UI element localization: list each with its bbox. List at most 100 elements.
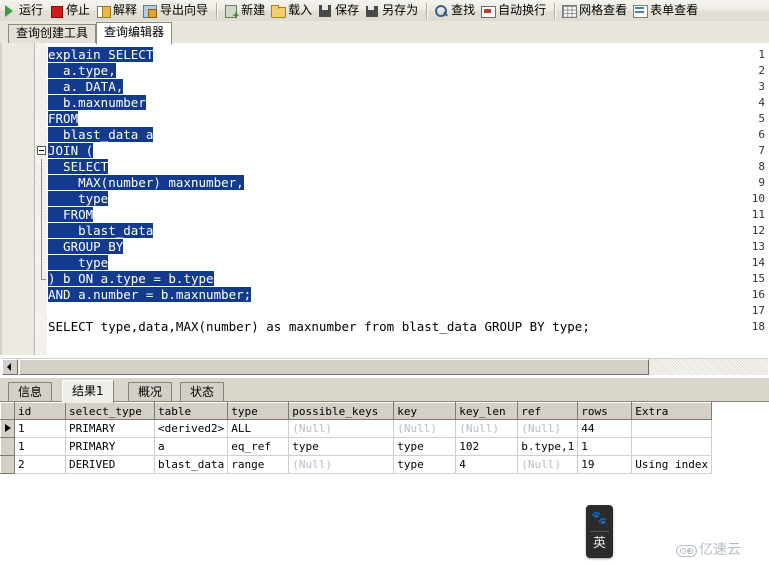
- line-number: 13: [751, 240, 765, 253]
- column-header[interactable]: possible_keys: [288, 402, 395, 420]
- toolbar-button-find[interactable]: 查找: [432, 1, 479, 20]
- code-line[interactable]: blast_data: [48, 223, 154, 239]
- toolbar-separator-1: [216, 2, 219, 19]
- table-row[interactable]: 1 PRIMARY a eq_ref type type 102 b.type,1 1: [0, 437, 713, 456]
- code-line[interactable]: FROM: [48, 111, 79, 127]
- tab-profile[interactable]: 概况: [128, 382, 173, 402]
- table-cell[interactable]: a: [154, 437, 229, 456]
- row-selector[interactable]: [0, 455, 15, 474]
- code-line[interactable]: FROM: [48, 207, 94, 223]
- table-cell[interactable]: type: [288, 437, 395, 456]
- toolbar-button-new[interactable]: 新建: [222, 1, 269, 21]
- sql-editor[interactable]: 1 2 3 4 5 6 7 8 9 10 11 12 13 14 15 16 17 18 explain SELE…: [0, 43, 769, 355]
- table-cell[interactable]: (Null): [517, 419, 579, 438]
- toolbar-button-save[interactable]: 保存: [316, 1, 363, 20]
- toolbar-button-word-wrap[interactable]: 自动换行: [479, 1, 550, 20]
- toolbar-button-save-as[interactable]: 另存为: [363, 1, 422, 20]
- table-cell[interactable]: 1: [14, 419, 66, 438]
- code-line[interactable]: MAX(number) maxnumber,: [48, 175, 244, 191]
- table-cell[interactable]: blast_data: [154, 455, 229, 474]
- code-line[interactable]: explain SELECT: [48, 47, 154, 63]
- column-header[interactable]: table: [153, 402, 229, 420]
- export-wizard-icon: [143, 4, 158, 18]
- table-cell[interactable]: 1: [577, 437, 633, 456]
- table-cell[interactable]: [631, 419, 713, 438]
- code-line-text: GROUP BY: [48, 239, 124, 254]
- code-line[interactable]: b.maxnumber: [48, 95, 146, 111]
- code-line[interactable]: JOIN (: [48, 143, 94, 159]
- table-cell[interactable]: (Null): [455, 419, 519, 438]
- explain-result-grid[interactable]: id select_type table type possible_keys key ke…: [0, 401, 769, 487]
- toolbar-button-form-view[interactable]: 表单查看: [631, 1, 702, 20]
- table-cell[interactable]: (Null): [393, 419, 457, 438]
- toolbar-button-load[interactable]: 载入: [269, 1, 316, 20]
- row-selector[interactable]: [0, 419, 15, 438]
- code-line[interactable]: GROUP BY: [48, 239, 124, 255]
- table-cell[interactable]: eq_ref: [227, 437, 290, 456]
- code-line-text: MAX(number) maxnumber,: [48, 175, 244, 190]
- table-cell[interactable]: (Null): [517, 455, 579, 474]
- ime-mode-toggle[interactable]: 英: [586, 534, 613, 554]
- table-cell[interactable]: 1: [14, 437, 66, 456]
- table-cell[interactable]: 2: [14, 455, 66, 474]
- table-cell[interactable]: ALL: [227, 419, 290, 438]
- scrollbar-thumb[interactable]: [19, 359, 649, 375]
- toolbar-button-export-wizard[interactable]: 导出向导: [141, 1, 212, 20]
- column-header[interactable]: type: [227, 402, 290, 420]
- table-cell[interactable]: DERIVED: [65, 455, 155, 474]
- column-header[interactable]: rows: [577, 402, 633, 420]
- table-cell[interactable]: Using index: [631, 455, 713, 474]
- line-number: 6: [758, 128, 765, 141]
- column-header[interactable]: id: [14, 402, 66, 420]
- fold-collapse-icon[interactable]: [37, 146, 46, 155]
- code-line[interactable]: a.type,: [48, 63, 116, 79]
- table-cell[interactable]: 102: [455, 437, 519, 456]
- table-cell[interactable]: type: [393, 437, 457, 456]
- table-cell[interactable]: PRIMARY: [65, 437, 155, 456]
- editor-tab-bar: 查询创建工具 查询编辑器: [0, 21, 769, 45]
- line-number: 15: [751, 272, 765, 285]
- code-line[interactable]: blast_data a: [48, 127, 154, 143]
- table-row[interactable]: 1 PRIMARY <derived2> ALL (Null) (Null) (Null)(…: [0, 419, 713, 438]
- code-line[interactable]: ) b ON a.type = b.type: [48, 271, 214, 287]
- tab-query-builder[interactable]: 查询创建工具: [8, 24, 97, 43]
- toolbar-button-grid-view[interactable]: 网格查看: [560, 1, 631, 20]
- code-line[interactable]: SELECT type,data,MAX(number) as maxnumbe…: [48, 319, 590, 335]
- toolbar-button-load-label: 载入: [288, 3, 313, 17]
- code-line[interactable]: a. DATA,: [48, 79, 124, 95]
- toolbar-button-explain[interactable]: 解释: [94, 1, 141, 20]
- line-number: 2: [758, 64, 765, 77]
- table-cell[interactable]: 19: [577, 455, 633, 474]
- table-cell[interactable]: type: [393, 455, 457, 474]
- tab-status[interactable]: 状态: [180, 382, 225, 402]
- column-header[interactable]: ref: [517, 402, 579, 420]
- table-cell[interactable]: 4: [455, 455, 519, 474]
- ime-status-bar[interactable]: 🐾 英: [586, 505, 613, 558]
- table-cell[interactable]: PRIMARY: [65, 419, 155, 438]
- code-line[interactable]: type: [48, 255, 109, 271]
- code-line[interactable]: type: [48, 191, 109, 207]
- table-cell[interactable]: (Null): [288, 455, 395, 474]
- toolbar-button-stop[interactable]: 停止: [47, 1, 94, 20]
- column-header[interactable]: key: [393, 402, 457, 420]
- table-cell[interactable]: (Null): [288, 419, 395, 438]
- column-header[interactable]: key_len: [455, 402, 519, 420]
- row-selector[interactable]: [0, 437, 15, 456]
- editor-horizontal-scrollbar[interactable]: [2, 358, 768, 375]
- table-cell[interactable]: b.type,1: [517, 437, 579, 456]
- tab-query-editor[interactable]: 查询编辑器: [96, 22, 173, 45]
- table-cell[interactable]: range: [227, 455, 290, 474]
- column-header[interactable]: select_type: [65, 402, 155, 420]
- toolbar-button-run[interactable]: 运行: [0, 1, 47, 20]
- table-row[interactable]: 2 DERIVED blast_data range (Null) type 4 (Null)…: [0, 455, 713, 474]
- scroll-left-arrow-icon[interactable]: [2, 359, 18, 375]
- code-line[interactable]: AND a.number = b.maxnumber;: [48, 287, 252, 303]
- code-line[interactable]: SELECT: [48, 159, 109, 175]
- table-cell[interactable]: [631, 437, 713, 456]
- column-header[interactable]: Extra: [631, 402, 713, 420]
- table-cell[interactable]: 44: [577, 419, 633, 438]
- table-cell[interactable]: <derived2>: [154, 419, 229, 438]
- tab-info[interactable]: 信息: [8, 382, 53, 402]
- tab-result-1[interactable]: 结果1: [62, 380, 114, 403]
- table-header-row: id select_type table type possible_keys key ke…: [0, 402, 713, 420]
